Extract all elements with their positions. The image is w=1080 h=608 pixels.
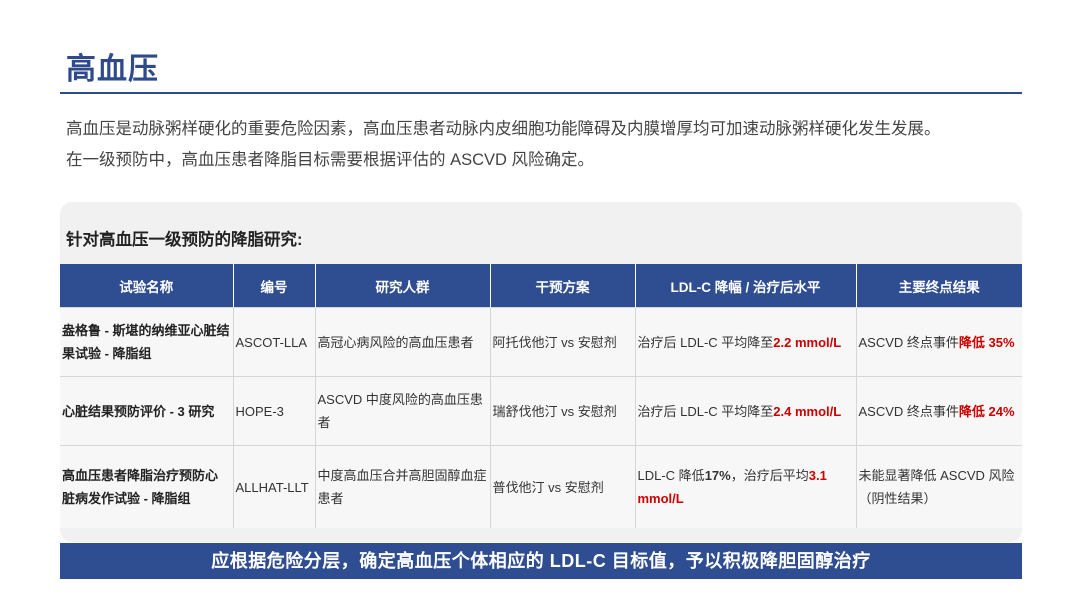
cell-endpoint: 未能显著降低 ASCVD 风险（阴性结果）: [855, 445, 1022, 528]
header-population: 研究人群: [314, 264, 490, 308]
cell-population: ASCVD 中度风险的高血压患者: [314, 376, 490, 446]
endpoint-prefix: ASCVD 终点事件: [858, 334, 959, 350]
title-divider: [60, 92, 1022, 94]
header-ldl: LDL-C 降幅 / 治疗后水平: [634, 264, 856, 308]
cell-trial-name: 盎格鲁 - 斯堪的纳维亚心脏结果试验 - 降脂组: [60, 307, 233, 377]
cell-endpoint: ASCVD 终点事件降低 24%: [855, 376, 1022, 446]
page-title: 高血压: [66, 53, 159, 86]
cell-population: 中度高血压合并高胆固醇血症患者: [314, 445, 490, 528]
cell-ldl: LDL-C 降低17%，治疗后平均3.1 mmol/L: [634, 445, 856, 528]
header-trial-name: 试验名称: [60, 264, 233, 308]
header-code: 编号: [232, 264, 315, 308]
cell-intervention: 瑞舒伐他汀 vs 安慰剂: [489, 376, 635, 446]
cell-code: ASCOT-LLA: [232, 307, 315, 377]
cell-trial-name: 高血压患者降脂治疗预防心脏病发作试验 - 降脂组: [60, 445, 233, 528]
ldl-value: 2.4 mmol/L: [773, 403, 842, 419]
endpoint-prefix: ASCVD 终点事件: [858, 403, 959, 419]
intro-text: 高血压是动脉粥样硬化的重要危险因素，高血压患者动脉内皮细胞功能障碍及内膜增厚均可…: [66, 114, 1026, 176]
header-endpoint: 主要终点结果: [855, 264, 1022, 308]
conclusion-banner: 应根据危险分层，确定高血压个体相应的 LDL-C 目标值，予以积极降胆固醇治疗: [60, 543, 1022, 579]
table-row: 心脏结果预防评价 - 3 研究 HOPE-3 ASCVD 中度风险的高血压患者 …: [60, 376, 1022, 446]
ldl-value: 2.2 mmol/L: [773, 334, 842, 350]
cell-endpoint: ASCVD 终点事件降低 35%: [855, 307, 1022, 377]
cell-trial-name: 心脏结果预防评价 - 3 研究: [60, 376, 233, 446]
cell-code: HOPE-3: [232, 376, 315, 446]
cell-intervention: 普伐他汀 vs 安慰剂: [489, 445, 635, 528]
ldl-prefix: 治疗后 LDL-C 平均降至: [637, 334, 774, 350]
cell-code: ALLHAT-LLT: [232, 445, 315, 528]
intro-line-2: 在一级预防中，高血压患者降脂目标需要根据评估的 ASCVD 风险确定。: [66, 151, 595, 169]
table-row: 盎格鲁 - 斯堪的纳维亚心脏结果试验 - 降脂组 ASCOT-LLA 高冠心病风…: [60, 307, 1022, 377]
ldl-mid: ，治疗后平均: [730, 468, 809, 483]
ldl-prefix: 治疗后 LDL-C 平均降至: [637, 403, 774, 419]
trials-table: 试验名称 编号 研究人群 干预方案 LDL-C 降幅 / 治疗后水平 主要终点结…: [60, 264, 1022, 528]
table-header-row: 试验名称 编号 研究人群 干预方案 LDL-C 降幅 / 治疗后水平 主要终点结…: [60, 264, 1022, 308]
intro-line-1: 高血压是动脉粥样硬化的重要危险因素，高血压患者动脉内皮细胞功能障碍及内膜增厚均可…: [66, 120, 941, 138]
endpoint-value: 降低 35%: [958, 334, 1015, 350]
cell-intervention: 阿托伐他汀 vs 安慰剂: [489, 307, 635, 377]
panel-heading: 针对高血压一级预防的降脂研究:: [66, 231, 303, 249]
header-intervention: 干预方案: [489, 264, 635, 308]
cell-ldl: 治疗后 LDL-C 平均降至2.2 mmol/L: [634, 307, 856, 377]
cell-population: 高冠心病风险的高血压患者: [314, 307, 490, 377]
endpoint-value: 降低 24%: [958, 403, 1015, 419]
ldl-pct: 17%: [704, 468, 731, 483]
table-row: 高血压患者降脂治疗预防心脏病发作试验 - 降脂组 ALLHAT-LLT 中度高血…: [60, 445, 1022, 528]
cell-ldl: 治疗后 LDL-C 平均降至2.4 mmol/L: [634, 376, 856, 446]
ldl-prefix: LDL-C 降低: [637, 468, 705, 483]
